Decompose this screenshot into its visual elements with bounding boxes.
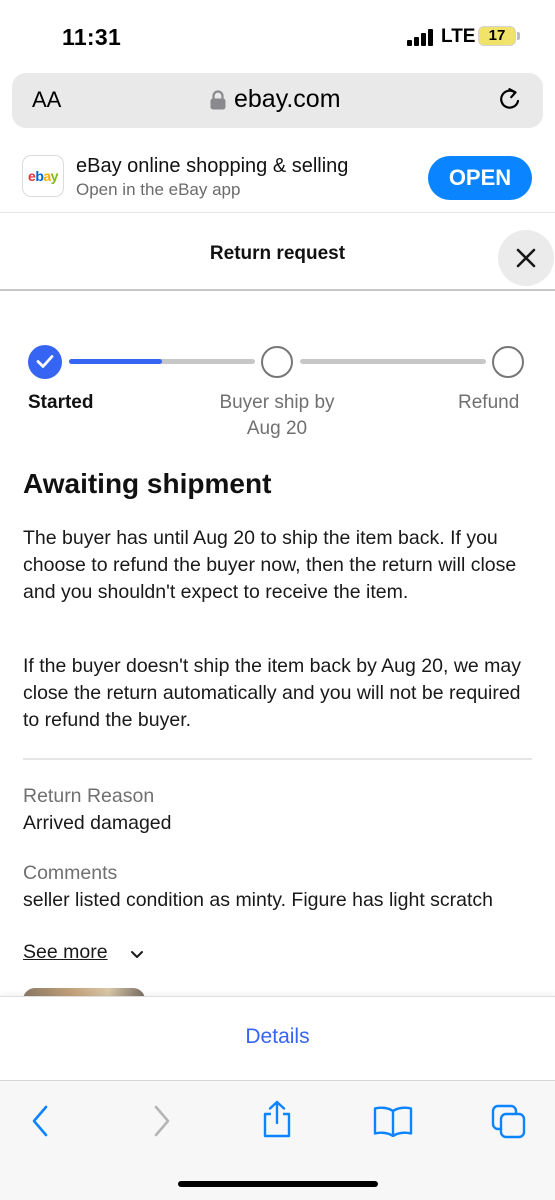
battery-tip (517, 32, 520, 40)
step-ship-label-line1: Buyer ship by (219, 392, 335, 413)
step-ship-label: Buyer ship by Aug 20 (197, 390, 357, 442)
ebay-logo: ebay (22, 155, 64, 197)
page-title: Return request (209, 243, 346, 264)
details-link[interactable]: Details (0, 1025, 555, 1049)
share-icon[interactable] (259, 1099, 295, 1139)
return-reason-value: Arrived damaged (23, 812, 172, 834)
bookmarks-icon[interactable] (372, 1105, 414, 1137)
status-title: Awaiting shipment (23, 468, 272, 499)
status-paragraph-1: The buyer has until Aug 20 to ship the i… (23, 527, 517, 603)
open-app-button[interactable]: OPEN (428, 156, 532, 200)
signal-icon (407, 28, 437, 46)
details-bar: Details (0, 996, 555, 1080)
close-button[interactable] (498, 230, 554, 286)
check-icon (36, 355, 54, 368)
step-refund-label: Refund (458, 392, 520, 413)
home-indicator (178, 1181, 378, 1187)
url-text[interactable]: ebay.com (234, 85, 341, 114)
battery-icon: 17 (478, 26, 516, 46)
step-started-indicator (28, 345, 62, 379)
step-refund-indicator (492, 346, 524, 378)
text-size-label: AA (32, 87, 62, 112)
tabs-icon[interactable] (490, 1103, 528, 1141)
chevron-down-icon[interactable] (130, 950, 144, 959)
text-size-button[interactable]: AA (32, 87, 61, 113)
progress-fill-1 (69, 359, 162, 364)
comments-label: Comments (23, 862, 118, 884)
app-title: eBay online shopping & selling (76, 155, 349, 177)
network-label: LTE (441, 26, 476, 47)
reload-icon[interactable] (496, 86, 524, 114)
status-paragraph-2: If the buyer doesn't ship the item back … (23, 655, 522, 731)
back-icon[interactable] (28, 1103, 54, 1139)
step-ship-indicator (261, 346, 293, 378)
step-ship-label-line2: Aug 20 (246, 418, 308, 439)
status-bar: 11:31 LTE 17 (0, 0, 555, 70)
url-bar[interactable]: AA ebay.com (12, 73, 543, 128)
page-header: Return request (0, 213, 555, 291)
close-icon (516, 248, 536, 268)
progress-tracker: Started Buyer ship by Aug 20 Refund (0, 340, 555, 450)
status-time: 11:31 (62, 24, 122, 50)
see-more-link[interactable]: See more (23, 941, 108, 964)
step-started-label: Started (28, 392, 94, 413)
progress-track-2 (300, 359, 486, 364)
divider (23, 758, 532, 760)
app-subtitle: Open in the eBay app (76, 180, 241, 199)
comments-value: seller listed condition as minty. Figure… (23, 889, 494, 911)
return-reason-label: Return Reason (23, 785, 155, 807)
forward-icon[interactable] (148, 1103, 174, 1139)
lock-icon (210, 90, 226, 110)
